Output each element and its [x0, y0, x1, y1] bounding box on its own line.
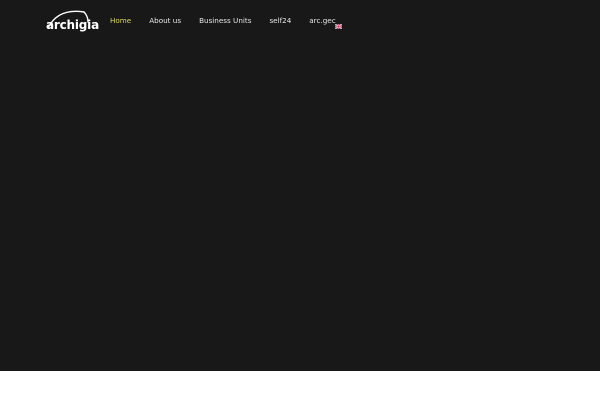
nav-item-home: Home	[110, 10, 131, 28]
nav-link-home[interactable]: Home	[110, 15, 131, 27]
uk-flag-icon	[334, 23, 343, 30]
nav-link-about-us[interactable]: About us	[149, 15, 181, 27]
nav-item-self24: self24	[269, 10, 291, 28]
nav-link-business-units[interactable]: Business Units	[199, 15, 251, 27]
main-nav: Home About us Business Units self24 arc.…	[110, 13, 354, 25]
nav-link-self24[interactable]: self24	[269, 15, 291, 27]
logo-text: archigia	[46, 18, 99, 32]
nav-item-arc-gec: arc.gec	[309, 10, 335, 28]
nav-item-business-units: Business Units	[199, 10, 251, 28]
hero-section: archigia Home About us Business Units se…	[0, 0, 600, 371]
nav-item-about-us: About us	[149, 10, 181, 28]
site-logo[interactable]: archigia	[44, 8, 99, 34]
language-switcher[interactable]	[334, 16, 343, 30]
page-content-area	[0, 371, 600, 400]
nav-link-arc-gec[interactable]: arc.gec	[309, 15, 335, 27]
